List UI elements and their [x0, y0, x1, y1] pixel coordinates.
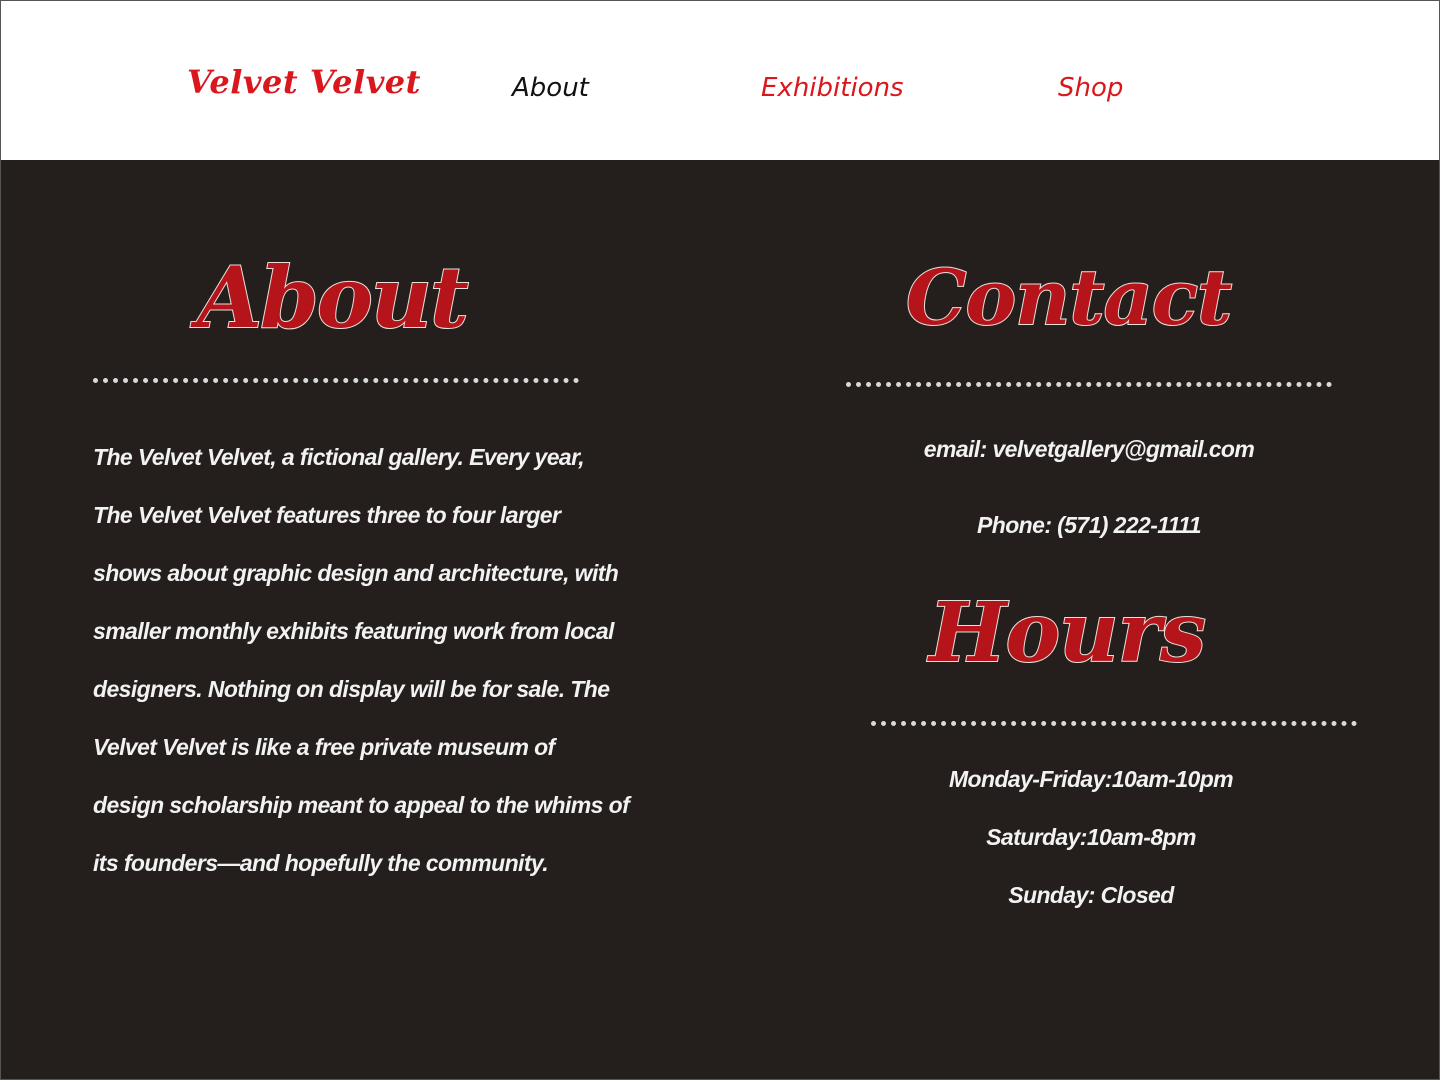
about-line: its founders—and hopefully the community…: [93, 850, 549, 876]
hours-heading: Hours: [928, 585, 1207, 681]
about-line: The Velvet Velvet, a fictional gallery. …: [93, 444, 585, 470]
about-divider: [93, 378, 579, 383]
about-line: shows about graphic design and architect…: [93, 560, 619, 586]
hours-divider: [871, 721, 1357, 726]
about-line: designers. Nothing on display will be fo…: [93, 676, 610, 702]
contact-divider: [846, 382, 1332, 387]
hours-weekday: Monday-Friday:10am-10pm: [949, 766, 1234, 792]
about-line: The Velvet Velvet features three to four…: [93, 502, 561, 528]
site-header: Velvet Velvet About Exhibitions Shop: [1, 1, 1439, 159]
about-line: smaller monthly exhibits featuring work …: [93, 618, 614, 644]
contact-heading: Contact: [905, 253, 1233, 342]
about-line: Velvet Velvet is like a free private mus…: [93, 734, 555, 760]
nav-exhibitions-link[interactable]: Exhibitions: [761, 73, 904, 103]
nav-about-link[interactable]: About: [512, 73, 589, 103]
nav-shop-link[interactable]: Shop: [1058, 73, 1123, 103]
site-logo[interactable]: Velvet Velvet: [187, 63, 421, 101]
contact-phone: Phone: (571) 222-1111: [977, 512, 1202, 538]
about-paragraph: The Velvet Velvet, a fictional gallery. …: [93, 428, 673, 892]
about-heading: About: [196, 248, 470, 347]
main-content: About The Velvet Velvet, a fictional gal…: [1, 160, 1439, 1079]
hours-sunday: Sunday: Closed: [1008, 882, 1174, 908]
hours-saturday: Saturday:10am-8pm: [986, 824, 1196, 850]
contact-email[interactable]: email: velvetgallery@gmail.com: [789, 436, 1389, 463]
about-line: design scholarship meant to appeal to th…: [93, 792, 630, 818]
